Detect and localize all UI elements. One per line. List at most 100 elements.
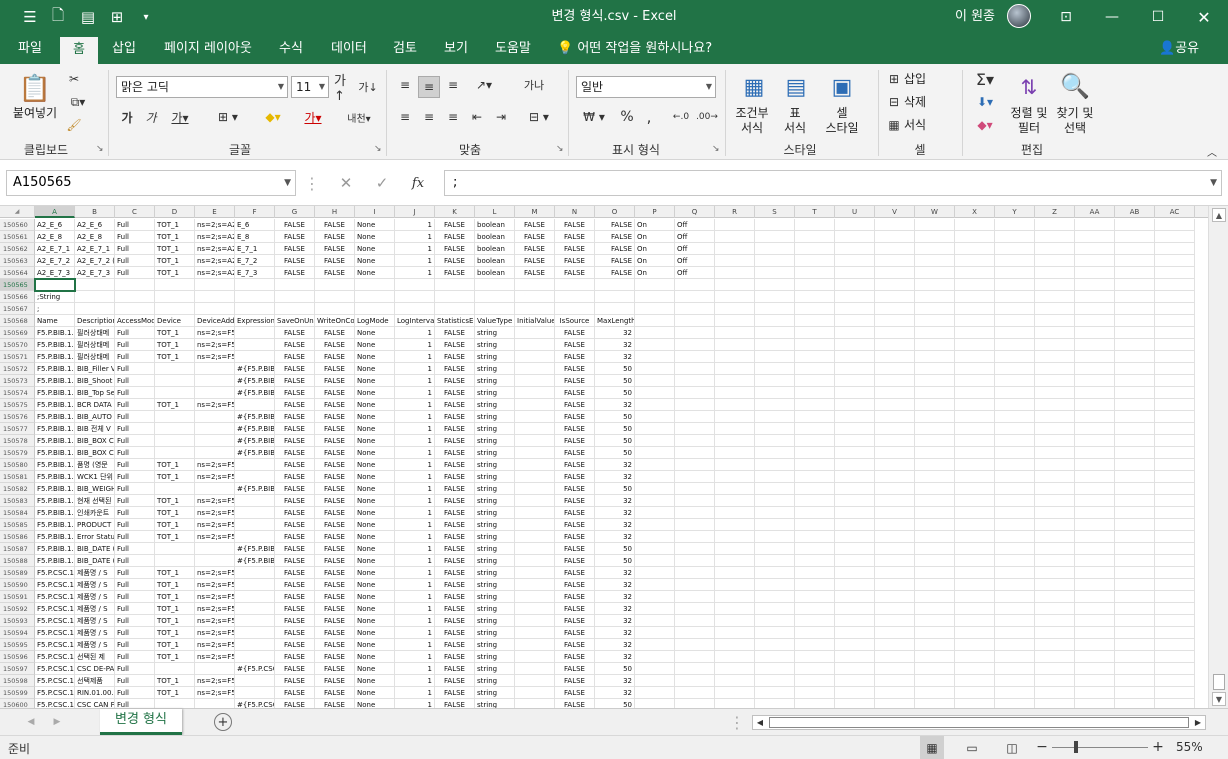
grid-cell[interactable] xyxy=(155,699,195,708)
grid-cell[interactable] xyxy=(955,555,995,567)
grid-cell[interactable] xyxy=(915,531,955,543)
grid-cell[interactable] xyxy=(675,567,715,579)
grid-cell[interactable]: Full xyxy=(115,615,155,627)
grid-cell[interactable] xyxy=(995,243,1035,255)
grid-cell[interactable] xyxy=(355,303,395,315)
grid-cell[interactable] xyxy=(915,663,955,675)
grid-cell[interactable]: None xyxy=(355,387,395,399)
grid-cell[interactable] xyxy=(1035,411,1075,423)
grid-cell[interactable]: None xyxy=(355,267,395,279)
grid-cell[interactable] xyxy=(675,579,715,591)
grid-cell[interactable]: TOT_1 xyxy=(155,567,195,579)
grid-cell[interactable] xyxy=(595,279,635,291)
font-color-icon[interactable]: 가▾ xyxy=(296,108,330,126)
grid-cell[interactable]: E_6 xyxy=(235,219,275,231)
grid-cell[interactable]: Full xyxy=(115,567,155,579)
grid-cell[interactable] xyxy=(715,687,755,699)
grid-cell[interactable]: FALSE xyxy=(555,435,595,447)
grid-cell[interactable] xyxy=(515,531,555,543)
grid-cell[interactable] xyxy=(755,423,795,435)
grid-cell[interactable] xyxy=(1035,615,1075,627)
column-header[interactable]: I xyxy=(355,206,395,218)
grid-cell[interactable]: Full xyxy=(115,627,155,639)
select-all-corner[interactable]: ◢ xyxy=(0,206,35,218)
grid-cell[interactable]: ns=2;s=F5.P.BIB.1.DC xyxy=(195,519,235,531)
grid-cell[interactable]: FALSE xyxy=(435,579,475,591)
grid-cell[interactable] xyxy=(1035,363,1075,375)
grid-cell[interactable] xyxy=(1075,627,1115,639)
grid-cell[interactable] xyxy=(515,519,555,531)
grid-cell[interactable] xyxy=(1115,483,1155,495)
grid-cell[interactable] xyxy=(715,567,755,579)
grid-cell[interactable]: 50 xyxy=(595,663,635,675)
grid-cell[interactable] xyxy=(155,411,195,423)
grid-cell[interactable]: FALSE xyxy=(555,543,595,555)
grid-cell[interactable]: None xyxy=(355,447,395,459)
grid-cell[interactable] xyxy=(715,315,755,327)
grid-cell[interactable]: 1 xyxy=(395,591,435,603)
grid-cell[interactable] xyxy=(1155,387,1195,399)
grid-cell[interactable] xyxy=(675,279,715,291)
grid-cell[interactable]: Full xyxy=(115,387,155,399)
grid-cell[interactable]: ns=2;s=F5.P.BIB.1.WC xyxy=(195,459,235,471)
grid-cell[interactable] xyxy=(995,303,1035,315)
grid-cell[interactable] xyxy=(995,327,1035,339)
grid-cell[interactable] xyxy=(1075,615,1115,627)
grid-cell[interactable] xyxy=(715,627,755,639)
grid-cell[interactable] xyxy=(1115,399,1155,411)
grid-cell[interactable] xyxy=(835,219,875,231)
grid-cell[interactable] xyxy=(675,543,715,555)
row-header[interactable]: 150583 xyxy=(0,495,35,507)
grid-cell[interactable]: None xyxy=(355,471,395,483)
grid-cell[interactable]: BIB 전체 V xyxy=(75,423,115,435)
grid-cell[interactable]: 32 xyxy=(595,591,635,603)
grid-cell[interactable]: FALSE xyxy=(275,231,315,243)
grid-cell[interactable] xyxy=(795,339,835,351)
cell-styles-icon[interactable]: ▣ xyxy=(826,72,858,102)
grid-cell[interactable] xyxy=(955,651,995,663)
grid-cell[interactable]: F5.P.CSC.1. xyxy=(35,603,75,615)
grid-cell[interactable] xyxy=(875,375,915,387)
grid-cell[interactable] xyxy=(1155,675,1195,687)
grid-cell[interactable]: FALSE xyxy=(275,579,315,591)
grid-cell[interactable]: Full xyxy=(115,519,155,531)
grid-cell[interactable] xyxy=(515,423,555,435)
grid-cell[interactable] xyxy=(915,639,955,651)
next-sheet-icon[interactable]: ▶ xyxy=(50,713,64,731)
grid-cell[interactable]: F5.P.BIB.1. xyxy=(35,363,75,375)
grid-cell[interactable] xyxy=(515,687,555,699)
grid-cell[interactable] xyxy=(115,303,155,315)
grid-cell[interactable] xyxy=(995,231,1035,243)
grid-cell[interactable] xyxy=(1115,447,1155,459)
grid-cell[interactable]: FALSE xyxy=(435,591,475,603)
row-header[interactable]: 150571 xyxy=(0,351,35,363)
grid-cell[interactable]: BIB_BOX C xyxy=(75,435,115,447)
row-header[interactable]: 150594 xyxy=(0,627,35,639)
grid-cell[interactable] xyxy=(515,387,555,399)
grid-cell[interactable] xyxy=(875,663,915,675)
conditional-format-icon[interactable]: ▦ xyxy=(738,72,770,102)
grid-cell[interactable]: FALSE xyxy=(275,483,315,495)
grid-cell[interactable]: TOT_1 xyxy=(155,495,195,507)
grid-cell[interactable]: FALSE xyxy=(315,639,355,651)
grid-cell[interactable] xyxy=(635,279,675,291)
grid-cell[interactable] xyxy=(1035,423,1075,435)
grid-cell[interactable] xyxy=(915,303,955,315)
grid-cell[interactable] xyxy=(915,411,955,423)
grid-cell[interactable]: 1 xyxy=(395,435,435,447)
grid-cell[interactable]: FALSE xyxy=(275,663,315,675)
grid-cell[interactable]: ns=2;s=F5.P.CSC.1.DE xyxy=(195,567,235,579)
grid-cell[interactable]: None xyxy=(355,459,395,471)
grid-cell[interactable] xyxy=(1075,363,1115,375)
grid-cell[interactable] xyxy=(995,507,1035,519)
grid-cell[interactable] xyxy=(195,387,235,399)
column-header[interactable]: B xyxy=(75,206,115,218)
align-middle-icon[interactable]: ≡ xyxy=(418,76,440,98)
grid-cell[interactable] xyxy=(1155,351,1195,363)
row-header[interactable]: 150574 xyxy=(0,387,35,399)
grid-cell[interactable] xyxy=(715,615,755,627)
grid-cell[interactable] xyxy=(955,567,995,579)
chevron-down-icon[interactable]: ▼ xyxy=(1210,171,1217,195)
grid-cell[interactable] xyxy=(755,459,795,471)
grid-cell[interactable] xyxy=(915,699,955,708)
